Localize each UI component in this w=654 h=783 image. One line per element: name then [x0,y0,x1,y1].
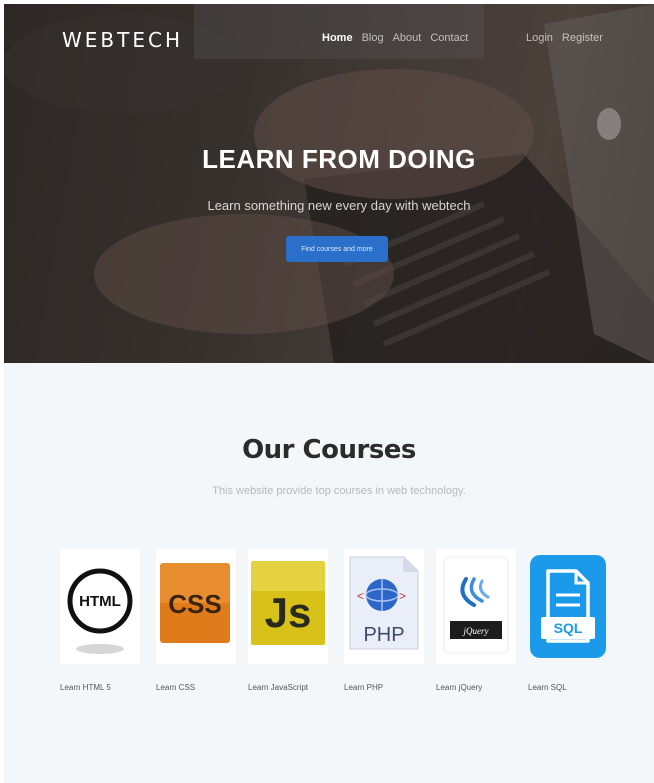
nav-about-link[interactable]: About [393,32,422,44]
sql-logo-icon[interactable]: SQL [528,549,608,664]
svg-text:SQL: SQL [554,620,583,636]
course-card-sql[interactable]: SQL Learn SQL [528,549,614,692]
nav-blog-link[interactable]: Blog [362,32,384,44]
hero-section: WEBTECH Home Blog About Contact Login Re… [4,4,654,363]
svg-text:<: < [357,589,364,603]
hero-cta-button[interactable]: Find courses and more [286,236,388,262]
course-label[interactable]: Learn PHP [344,683,430,692]
course-label[interactable]: Learn SQL [528,683,614,692]
css-logo-icon[interactable]: CSS [156,549,236,664]
course-card-javascript[interactable]: Js Learn JavaScript [248,549,334,692]
courses-subtitle: This website provide top courses in web … [212,485,466,497]
nav-contact-link[interactable]: Contact [430,32,468,44]
auth-links: Login Register [526,32,603,44]
svg-text:jQuery: jQuery [463,626,489,636]
page: WEBTECH Home Blog About Contact Login Re… [0,0,654,783]
html5-logo-icon[interactable]: HTML [60,549,140,664]
course-label[interactable]: Learn JavaScript [248,683,334,692]
svg-text:Js: Js [265,589,312,636]
register-link[interactable]: Register [562,32,603,44]
courses-section: Our Courses This website provide top cou… [4,363,654,783]
nav-home-link[interactable]: Home [322,32,353,44]
course-card-jquery[interactable]: jQuery Learn jQuery [436,549,522,692]
hero-subtitle: Learn something new every day with webte… [207,198,471,213]
svg-text:>: > [399,589,406,603]
javascript-logo-icon[interactable]: Js [248,549,328,664]
course-label[interactable]: Learn jQuery [436,683,522,692]
brand-logo[interactable]: WEBTECH [62,28,183,52]
course-label[interactable]: Learn CSS [156,683,242,692]
course-label[interactable]: Learn HTML 5 [60,683,146,692]
hero-overlay [4,4,654,363]
login-link[interactable]: Login [526,32,553,44]
svg-text:HTML: HTML [79,593,121,610]
svg-text:CSS: CSS [168,589,221,619]
php-logo-icon[interactable]: < > PHP [344,549,424,664]
hero-title: LEARN FROM DOING [202,144,476,174]
main-nav: Home Blog About Contact [322,32,468,44]
course-card-php[interactable]: < > PHP Learn PHP [344,549,430,692]
jquery-logo-icon[interactable]: jQuery [436,549,516,664]
courses-title: Our Courses [242,435,416,465]
course-card-html[interactable]: HTML Learn HTML 5 [60,549,146,692]
course-card-css[interactable]: CSS Learn CSS [156,549,242,692]
svg-text:PHP: PHP [363,624,404,646]
